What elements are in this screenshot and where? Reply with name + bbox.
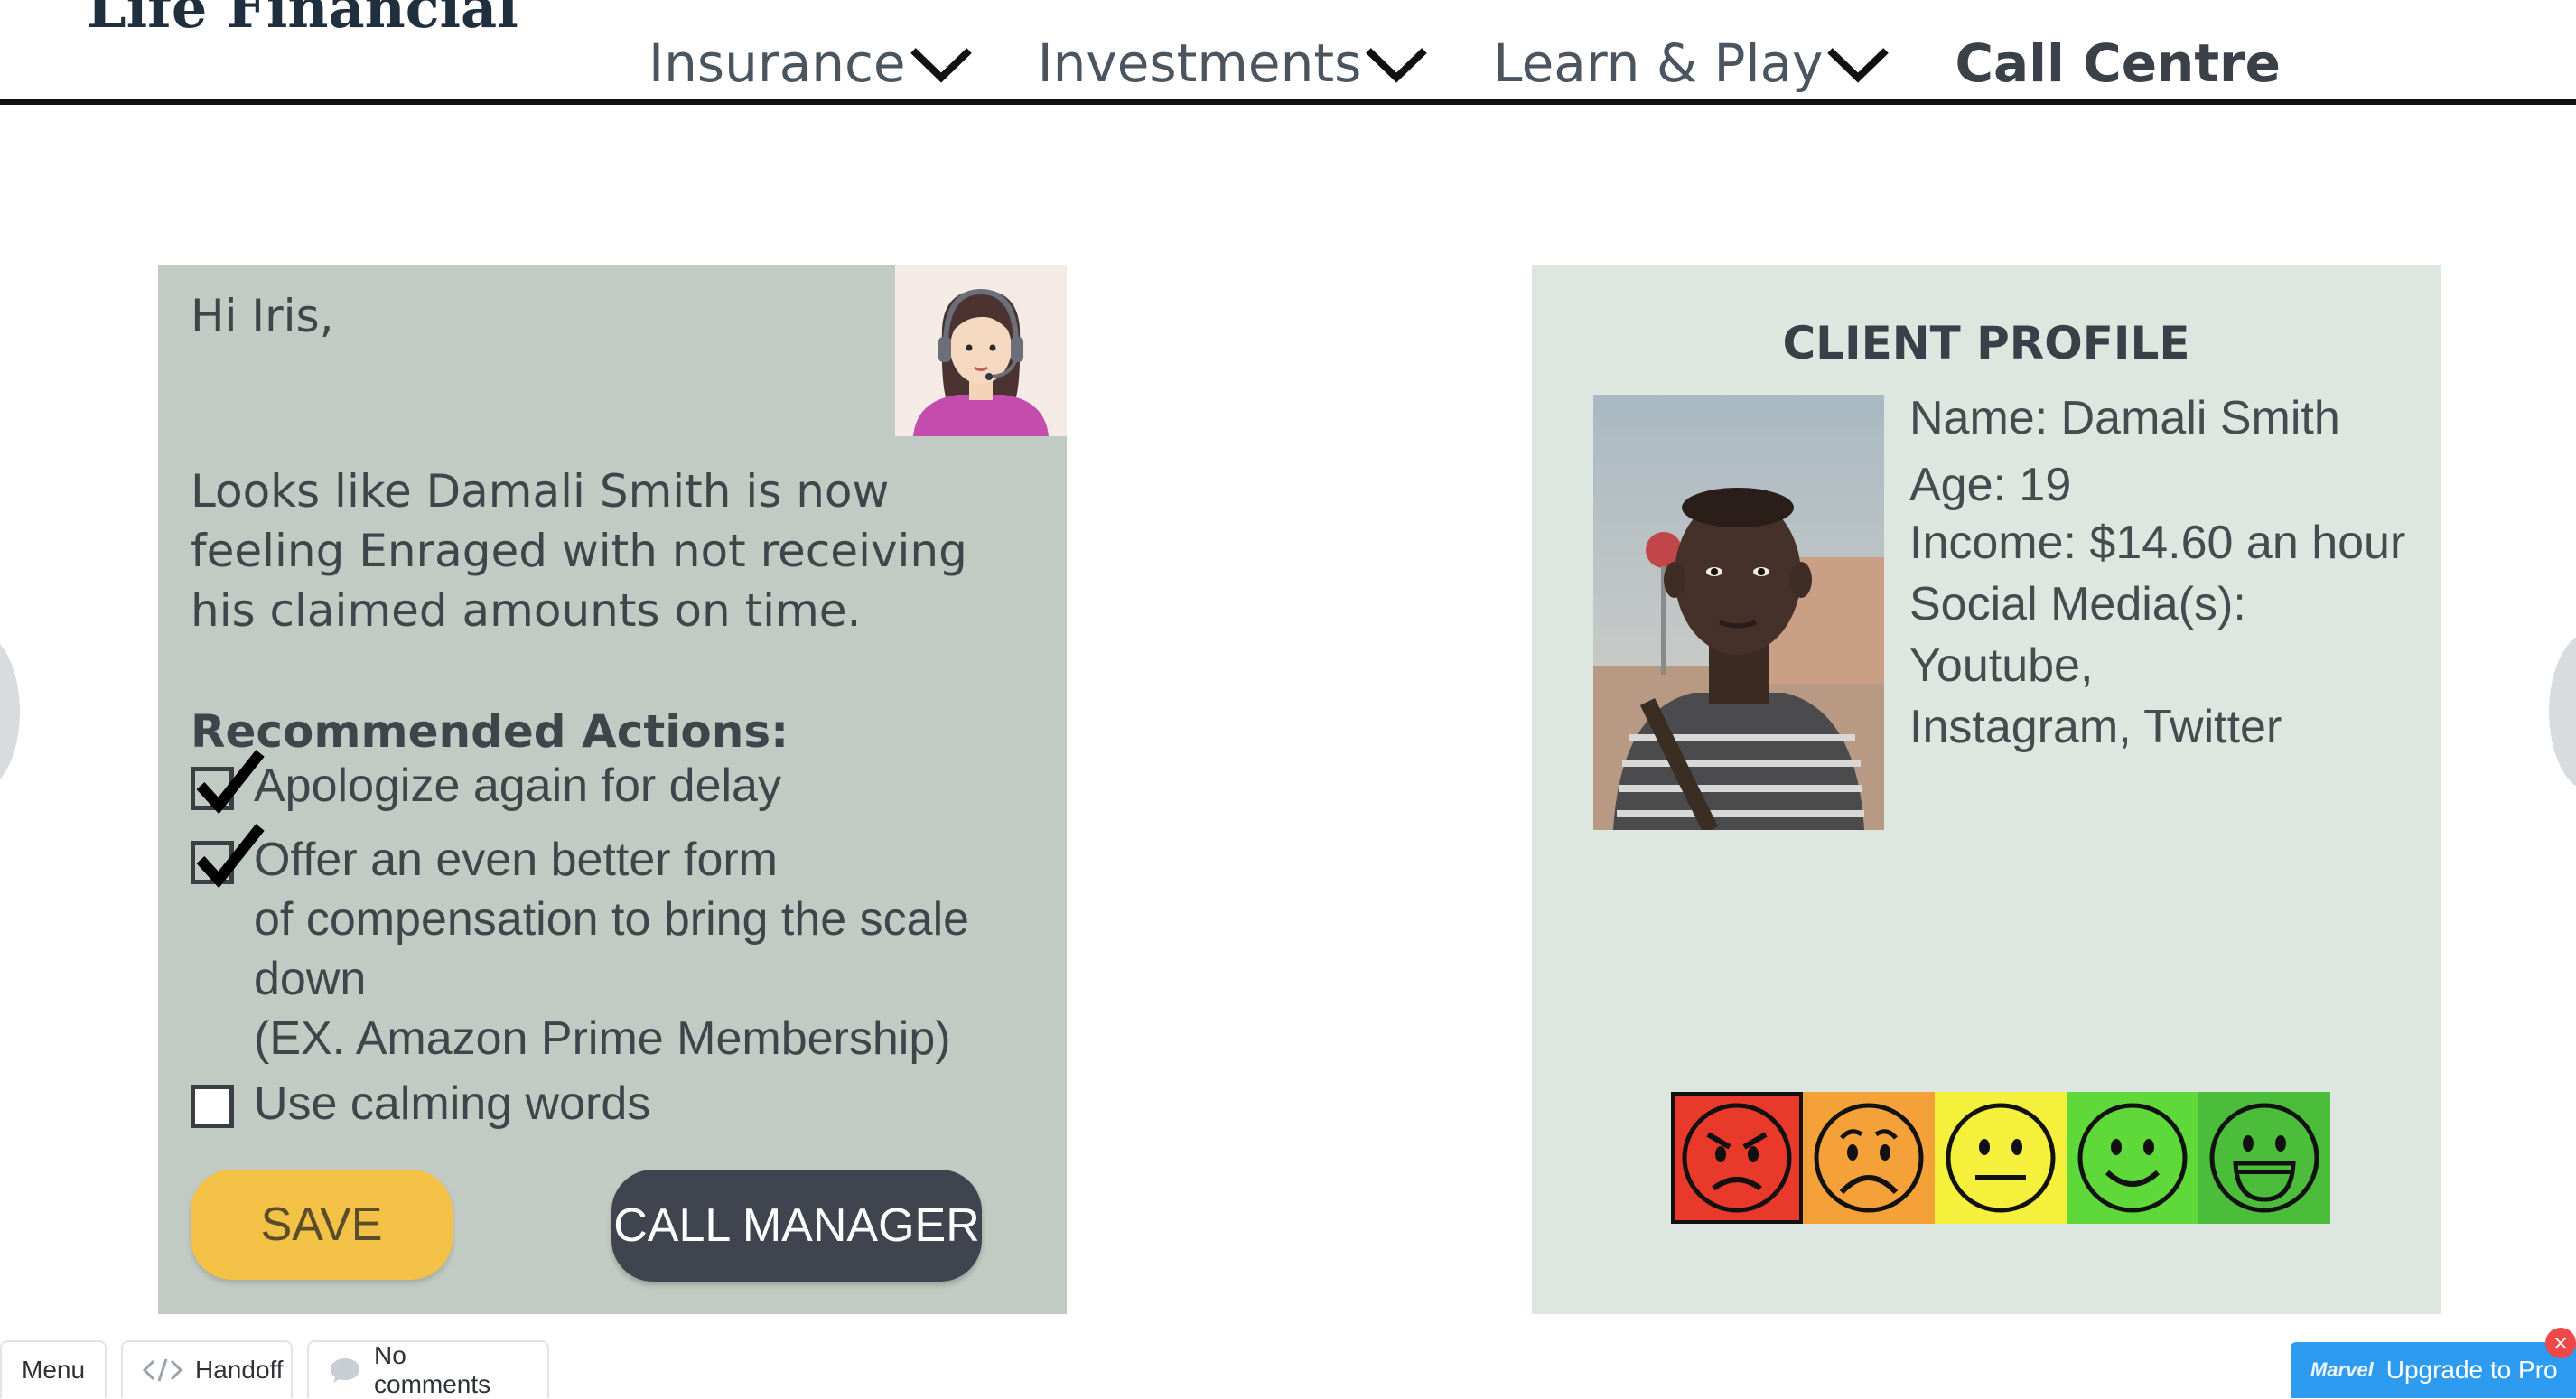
action-checkbox[interactable] (191, 824, 265, 889)
menu-label: Menu (22, 1356, 86, 1384)
mood-scale (1671, 1092, 2330, 1224)
client-social-media-cont: Instagram, Twitter (1909, 701, 2282, 753)
prev-screen-arrow[interactable] (0, 632, 20, 791)
happy-face-icon (2077, 1103, 2188, 1213)
action-label: Apologize again for delay (254, 760, 781, 812)
client-social-media: Social Media(s): Youtube, (1909, 578, 2246, 692)
nav-divider (0, 99, 2576, 105)
action-checkbox[interactable] (191, 1085, 234, 1128)
mood-sad[interactable] (1803, 1092, 1935, 1224)
mood-neutral[interactable] (1935, 1092, 2067, 1224)
client-details: Name: Damali Smith Age: 19 Income: $14.6… (1909, 387, 2441, 758)
close-icon[interactable]: × (2545, 1328, 2576, 1358)
sad-face-icon (1814, 1103, 1924, 1213)
headset-agent-icon (895, 265, 1067, 436)
recommended-actions-title: Recommended Actions: (191, 705, 789, 758)
client-portrait-image (1593, 395, 1884, 830)
checkmark-icon (196, 750, 265, 815)
action-item: Offer an even better form of compensatio… (191, 824, 970, 1068)
handoff-label: Handoff (195, 1356, 284, 1384)
client-income: Income: $14.60 an hour (1909, 517, 2406, 569)
mood-angry[interactable] (1671, 1092, 1803, 1224)
menu-button[interactable]: Menu (0, 1340, 107, 1398)
checkmark-icon (196, 824, 265, 889)
nav-label: Learn & Play (1493, 33, 1824, 94)
action-label: Offer an even better form of compensatio… (254, 834, 970, 1065)
action-checkbox[interactable] (191, 750, 265, 815)
status-message: Looks like Damali Smith is now feeling E… (191, 465, 967, 637)
marvel-logo: Marvel (2310, 1358, 2374, 1381)
action-item: Apologize again for delay (191, 750, 781, 816)
mood-very-happy[interactable] (2198, 1092, 2330, 1224)
neutral-face-icon (1946, 1103, 2056, 1213)
client-age: Age: 19 (1909, 459, 2072, 511)
chevron-down-icon (910, 48, 972, 83)
client-photo (1593, 395, 1884, 830)
nav-label: Insurance (649, 33, 906, 94)
comments-label: No comments (374, 1341, 491, 1398)
main-nav: Insurance Investments Learn & Play Call … (649, 27, 2346, 99)
brand-logo[interactable]: Life Financial (87, 0, 518, 41)
nav-item-learn-play[interactable]: Learn & Play (1493, 33, 1890, 94)
upgrade-label: Upgrade to Pro (2385, 1356, 2558, 1384)
upgrade-to-pro-button[interactable]: Marvel Upgrade to Pro (2291, 1342, 2576, 1398)
nav-item-call-centre[interactable]: Call Centre (1955, 33, 2281, 94)
handoff-button[interactable]: Handoff (121, 1340, 293, 1398)
chevron-down-icon (1827, 48, 1890, 83)
client-profile-panel: CLIENT PROFILE Name: Damali Smith Age: 1… (1532, 265, 2441, 1314)
client-name: Name: Damali Smith (1909, 392, 2340, 444)
greeting-text: Hi Iris, (191, 290, 334, 342)
call-manager-button[interactable]: CALL MANAGER (611, 1170, 982, 1282)
angry-face-icon (1682, 1103, 1792, 1213)
very-happy-face-icon (2209, 1103, 2319, 1213)
code-icon (143, 1357, 182, 1383)
next-screen-arrow[interactable] (2549, 632, 2576, 791)
mood-happy[interactable] (2067, 1092, 2198, 1224)
nav-label: Call Centre (1955, 33, 2281, 94)
nav-label: Investments (1037, 33, 1362, 94)
nav-item-investments[interactable]: Investments (1038, 33, 1429, 94)
action-item: Use calming words (191, 1074, 650, 1133)
chevron-down-icon (1366, 48, 1428, 83)
comments-button[interactable]: No comments (307, 1340, 549, 1398)
agent-panel: Hi Iris, Looks like Damali Smith is now … (158, 265, 1067, 1314)
client-profile-title: CLIENT PROFILE (1782, 317, 2190, 369)
agent-avatar (895, 265, 1067, 436)
save-button[interactable]: SAVE (191, 1170, 453, 1280)
action-label: Use calming words (254, 1077, 651, 1130)
nav-item-insurance[interactable]: Insurance (649, 33, 973, 94)
comment-icon (329, 1356, 361, 1385)
